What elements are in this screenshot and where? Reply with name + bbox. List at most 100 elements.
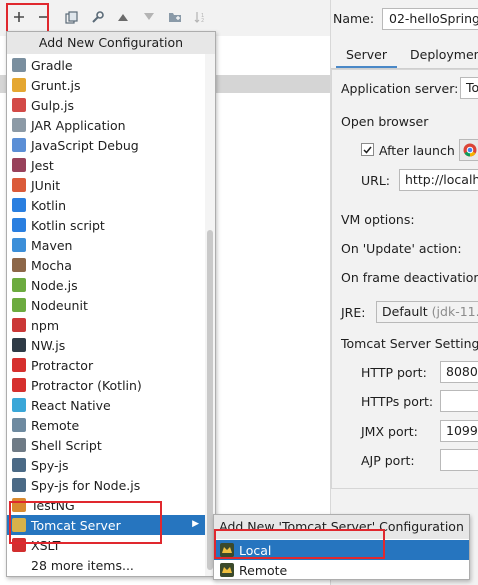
protractor-kotlin-icon — [12, 378, 26, 392]
sort-icon[interactable]: 12 — [190, 6, 212, 28]
menu-item-label: Jest — [31, 157, 54, 173]
gulp-icon — [12, 98, 26, 112]
submenu-item-local[interactable]: Local — [214, 540, 469, 560]
menu-item-jar-application[interactable]: JAR Application — [7, 115, 205, 135]
jre-value: Default — [382, 304, 428, 319]
url-label: URL: — [361, 173, 391, 188]
menu-item-nodeunit[interactable]: Nodeunit — [7, 295, 205, 315]
menu-item-kotlin[interactable]: Kotlin — [7, 195, 205, 215]
http-port-field[interactable]: 8080 — [440, 361, 478, 383]
after-launch-checkbox[interactable] — [361, 143, 374, 156]
url-field[interactable]: http://localhost:8080 — [399, 169, 478, 191]
submenu-item-label: Remote — [239, 562, 288, 578]
tomcat-icon — [220, 563, 234, 577]
menu-item-protractor[interactable]: Protractor — [7, 355, 205, 375]
menu-item-label: TestNG — [31, 497, 75, 513]
menu-item-label: Spy-js for Node.js — [31, 477, 141, 493]
arrow-up-icon[interactable] — [112, 6, 134, 28]
menu-item-label: Gulp.js — [31, 97, 74, 113]
menu-item-mocha[interactable]: Mocha — [7, 255, 205, 275]
menu-item-label: Grunt.js — [31, 77, 81, 93]
menu-item-label: Shell Script — [31, 437, 102, 453]
add-configuration-menu: Add New Configuration Gradle Grunt.js Gulp… — [6, 31, 216, 577]
minus-icon[interactable] — [33, 6, 55, 28]
wrench-icon[interactable] — [86, 6, 108, 28]
submenu-item-remote[interactable]: Remote — [214, 560, 469, 580]
npm-icon — [12, 318, 26, 332]
spyjs-icon — [12, 458, 26, 472]
https-port-field[interactable] — [440, 390, 478, 412]
menu-scrollbar[interactable] — [205, 54, 215, 576]
arrow-down-icon[interactable] — [138, 6, 160, 28]
menu-item-npm[interactable]: npm — [7, 315, 205, 335]
mocha-icon — [12, 258, 26, 272]
menu-item-spy-js-for-node-js[interactable]: Spy-js for Node.js — [7, 475, 205, 495]
menu-item-label: Nodeunit — [31, 297, 88, 313]
menu-header: Add New Configuration — [7, 32, 215, 54]
nwjs-icon — [12, 338, 26, 352]
tab-deployment[interactable]: Deployment — [400, 45, 478, 69]
menu-item-remote[interactable]: Remote — [7, 415, 205, 435]
name-field[interactable]: 02-helloSpringMVC — [382, 8, 478, 30]
jmx-port-label: JMX port: — [361, 424, 418, 439]
kotlin-script-icon — [12, 218, 26, 232]
menu-item-label: Spy-js — [31, 457, 69, 473]
on-frame-deactivation-label: On frame deactivation: — [341, 270, 478, 285]
submenu-header: Add New 'Tomcat Server' Configuration — [214, 515, 469, 539]
shell-icon — [12, 438, 26, 452]
menu-item-xslt[interactable]: XSLT — [7, 535, 205, 555]
menu-item-label: XSLT — [31, 537, 61, 553]
after-launch-label: After launch — [379, 143, 455, 158]
menu-item-react-native[interactable]: React Native — [7, 395, 205, 415]
menu-item-junit[interactable]: JUnit — [7, 175, 205, 195]
menu-item-label: Kotlin script — [31, 217, 105, 233]
copy-icon[interactable] — [60, 6, 82, 28]
application-server-select[interactable]: Tomcat — [460, 77, 478, 99]
jre-select[interactable]: Default (jdk-11.0 — [376, 301, 478, 323]
menu-item-label: JavaScript Debug — [31, 137, 139, 153]
on-update-label: On 'Update' action: — [341, 241, 462, 256]
menu-item-grunt-js[interactable]: Grunt.js — [7, 75, 205, 95]
jmx-port-field[interactable]: 1099 — [440, 420, 478, 442]
menu-item-label: 28 more items... — [31, 557, 134, 573]
menu-item-tomcat-server[interactable]: Tomcat Server ▶ — [7, 515, 205, 535]
remote-icon — [12, 418, 26, 432]
open-browser-label: Open browser — [341, 114, 429, 129]
gradle-icon — [12, 58, 26, 72]
testng-icon — [12, 498, 26, 512]
menu-item-label: Kotlin — [31, 197, 66, 213]
browser-select[interactable] — [459, 139, 478, 161]
chrome-icon — [463, 143, 477, 157]
menu-item-protractor-kotlin[interactable]: Protractor (Kotlin) — [7, 375, 205, 395]
menu-item-label: Tomcat Server — [31, 517, 121, 533]
menu-item-jest[interactable]: Jest — [7, 155, 205, 175]
menu-item-kotlin-script[interactable]: Kotlin script — [7, 215, 205, 235]
ajp-port-field[interactable] — [440, 449, 478, 471]
https-port-label: HTTPs port: — [361, 394, 434, 409]
grunt-icon — [12, 78, 26, 92]
tab-server[interactable]: Server — [336, 45, 397, 69]
menu-item-label: React Native — [31, 397, 111, 413]
react-icon — [12, 398, 26, 412]
name-label: Name: — [333, 11, 375, 26]
nodejs-icon — [12, 278, 26, 292]
plus-icon[interactable] — [8, 6, 30, 28]
menu-item-shell-script[interactable]: Shell Script — [7, 435, 205, 455]
spyjs-node-icon — [12, 478, 26, 492]
menu-item-gradle[interactable]: Gradle — [7, 55, 205, 75]
submenu-arrow-icon: ▶ — [192, 519, 199, 529]
menu-item-spy-js[interactable]: Spy-js — [7, 455, 205, 475]
menu-item-gulp-js[interactable]: Gulp.js — [7, 95, 205, 115]
new-folder-icon[interactable] — [164, 6, 186, 28]
menu-item-label: Protractor (Kotlin) — [31, 377, 142, 393]
menu-item-javascript-debug[interactable]: JavaScript Debug — [7, 135, 205, 155]
menu-item-label: NW.js — [31, 337, 66, 353]
menu-item-testng[interactable]: TestNG — [7, 495, 205, 515]
application-server-label: Application server: — [341, 81, 459, 96]
menu-item-maven[interactable]: Maven — [7, 235, 205, 255]
tomcat-settings-label: Tomcat Server Settings — [341, 336, 478, 351]
submenu-item-label: Local — [239, 542, 272, 558]
menu-item-nw-js[interactable]: NW.js — [7, 335, 205, 355]
menu-item-28-more-items[interactable]: 28 more items... — [7, 555, 205, 575]
menu-item-node-js[interactable]: Node.js — [7, 275, 205, 295]
